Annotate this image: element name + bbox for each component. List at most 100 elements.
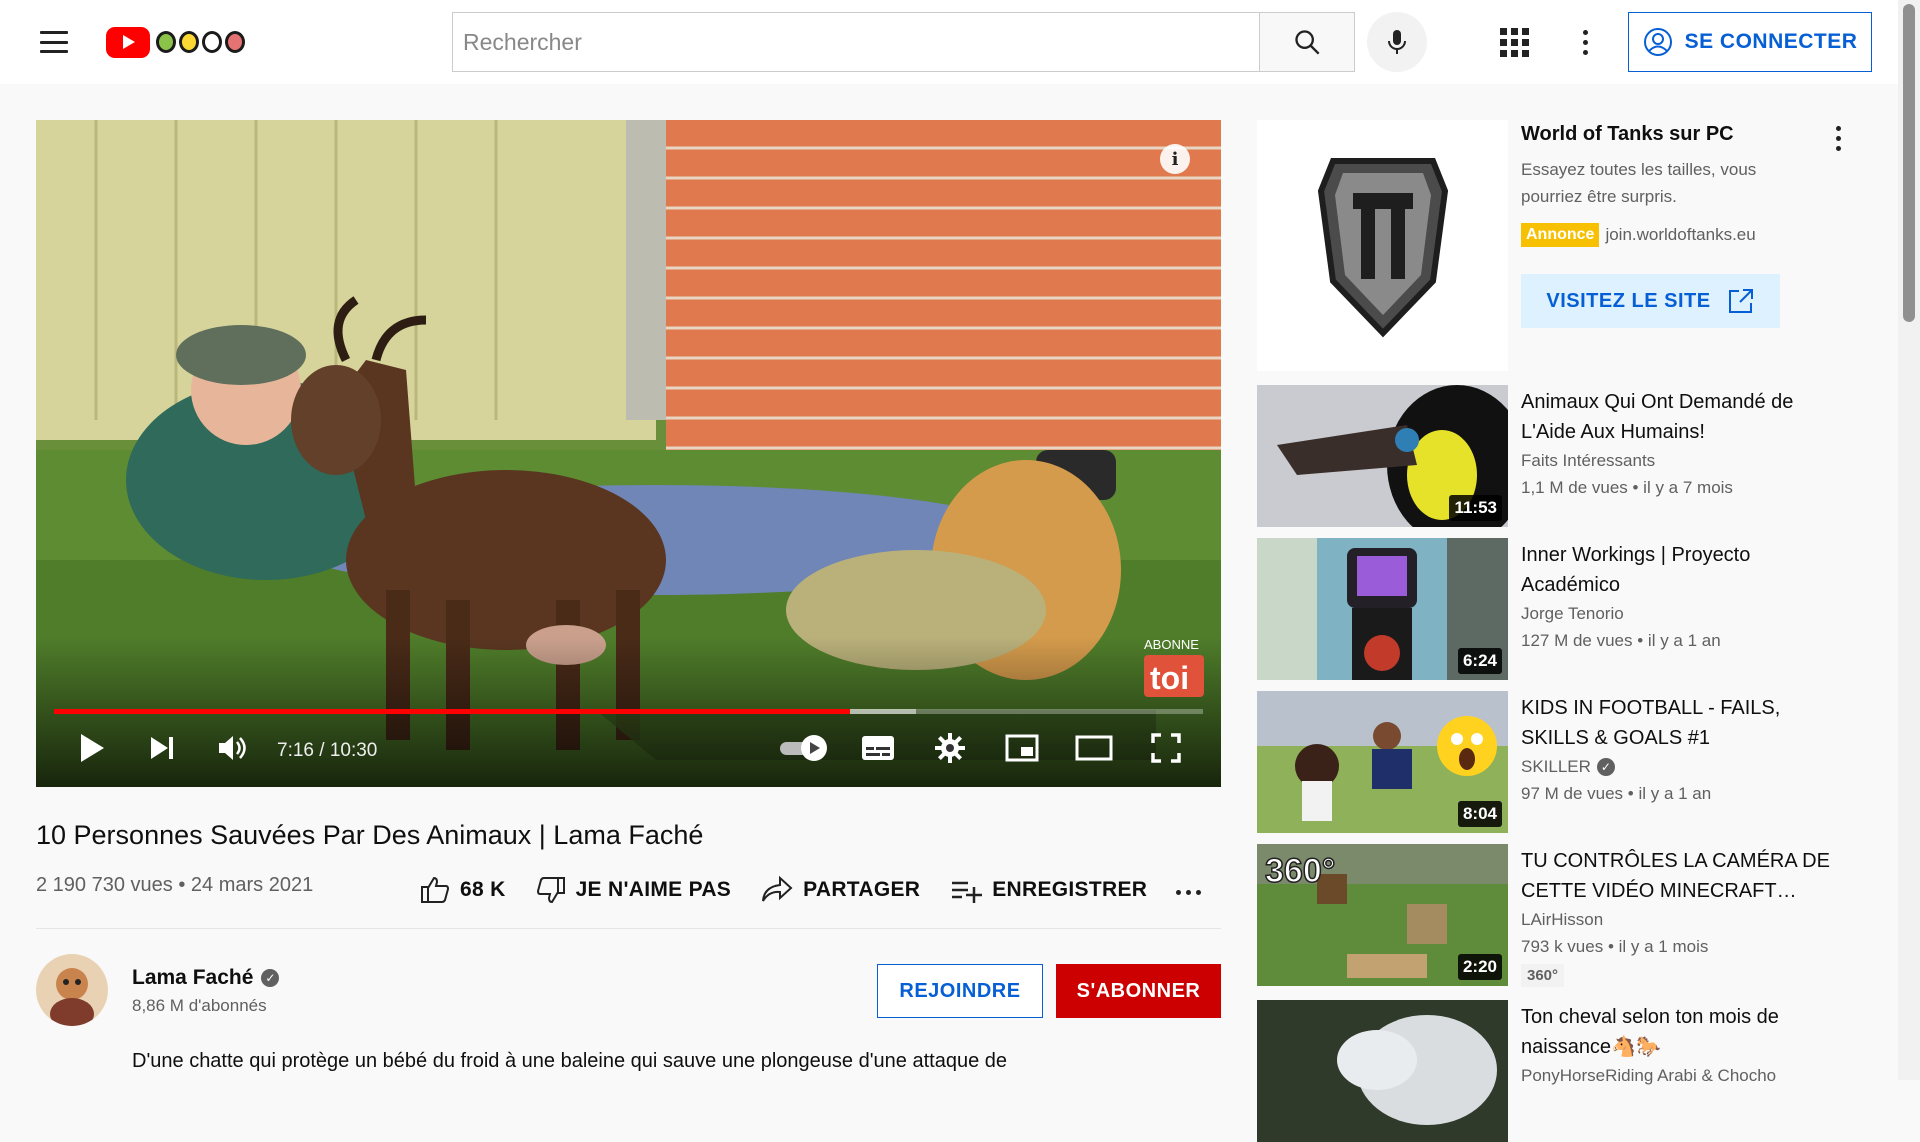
gear-icon xyxy=(935,733,965,763)
miniplayer-button[interactable] xyxy=(1002,728,1042,768)
fullscreen-button[interactable] xyxy=(1146,728,1186,768)
rec-title[interactable]: KIDS IN FOOTBALL - FAILS, SKILLS & GOALS… xyxy=(1521,693,1841,753)
dislike-button[interactable]: JE N'AIME PAS xyxy=(536,875,732,905)
progress-bar[interactable] xyxy=(54,709,1203,714)
rec-channel[interactable]: LAirHisson xyxy=(1521,910,1603,930)
rec-thumbnail[interactable]: 360° 2:20 xyxy=(1257,844,1508,986)
youtube-logo[interactable] xyxy=(106,22,276,62)
channel-name[interactable]: Lama Faché ✓ xyxy=(132,966,280,990)
more-icon[interactable] xyxy=(1570,24,1600,60)
theater-icon xyxy=(1075,735,1113,761)
rec-duration: 8:04 xyxy=(1457,801,1502,827)
world-of-tanks-logo xyxy=(1317,157,1448,337)
visit-site-label: VISITEZ LE SITE xyxy=(1546,289,1711,312)
apps-icon[interactable] xyxy=(1496,24,1532,60)
theater-button[interactable] xyxy=(1072,728,1116,768)
rec-title[interactable]: Ton cheval selon ton mois de naissance🐴🐎 xyxy=(1521,1002,1841,1062)
ad-more-icon[interactable] xyxy=(1836,126,1841,151)
time-display: 7:16 / 10:30 xyxy=(277,740,378,761)
subtitles-button[interactable] xyxy=(858,730,898,766)
video-player[interactable]: i ABONNE toi 7:16 / 10:30 xyxy=(36,120,1221,787)
rec-channel-name: SKILLER xyxy=(1521,757,1591,776)
rec-title[interactable]: TU CONTRÔLES LA CAMÉRA DE CETTE VIDÉO MI… xyxy=(1521,846,1841,906)
divider xyxy=(36,928,1221,929)
info-icon[interactable]: i xyxy=(1160,144,1190,174)
ad-badge: Annonce xyxy=(1521,223,1600,247)
verified-icon: ✓ xyxy=(261,969,280,987)
autoplay-toggle[interactable] xyxy=(778,734,830,762)
progress-played xyxy=(54,709,850,714)
rec-title[interactable]: Animaux Qui Ont Demandé de L'Aide Aux Hu… xyxy=(1521,387,1841,447)
recommendation-item[interactable]: Ton cheval selon ton mois de naissance🐴🐎… xyxy=(1257,1000,1897,1142)
external-link-icon xyxy=(1728,289,1753,313)
rec-channel-name: Faits Intéressants xyxy=(1521,451,1656,470)
dislike-label: JE N'AIME PAS xyxy=(575,878,732,901)
rec-thumbnail[interactable]: 6:24 xyxy=(1257,538,1508,680)
rec-channel-name: Jorge Tenorio xyxy=(1521,604,1624,623)
doodle-icon xyxy=(156,31,245,53)
signin-label: SE CONNECTER xyxy=(1684,30,1858,53)
recommendation-item[interactable]: 8:04 KIDS IN FOOTBALL - FAILS, SKILLS & … xyxy=(1257,691,1897,833)
like-count: 68 K xyxy=(460,878,506,901)
subscribe-button[interactable]: S'ABONNER xyxy=(1056,964,1221,1018)
recommendation-item[interactable]: 11:53 Animaux Qui Ont Demandé de L'Aide … xyxy=(1257,385,1897,527)
rec-channel[interactable]: Faits Intéressants xyxy=(1521,451,1655,471)
signin-button[interactable]: SE CONNECTER xyxy=(1628,12,1872,72)
youtube-play-icon xyxy=(106,26,150,58)
ad-thumbnail[interactable] xyxy=(1257,120,1508,371)
rec-thumbnail[interactable] xyxy=(1257,1000,1508,1142)
video-title: 10 Personnes Sauvées Par Des Animaux | L… xyxy=(36,820,704,850)
search-bar: Rechercher xyxy=(452,12,1355,72)
ad-meta: Annonce join.worldoftanks.eu xyxy=(1521,223,1756,247)
save-button[interactable]: ENREGISTRER xyxy=(950,875,1147,905)
scrollbar-thumb[interactable] xyxy=(1903,4,1915,322)
page-scrollbar[interactable] xyxy=(1898,0,1920,1080)
svg-text:360°: 360° xyxy=(1265,852,1335,890)
rec-meta: 127 M de vues • il y a 1 an xyxy=(1521,631,1721,650)
fullscreen-icon xyxy=(1151,733,1181,763)
ad-description: Essayez toutes les tailles, vous pourrie… xyxy=(1521,160,1757,206)
search-input[interactable]: Rechercher xyxy=(452,12,1259,72)
rec-title[interactable]: Inner Workings | Proyecto Académico xyxy=(1521,540,1841,600)
verified-icon: ✓ xyxy=(1596,758,1615,776)
top-header: Rechercher SE CONNECTER xyxy=(0,0,1920,84)
rec-channel-name: LAirHisson xyxy=(1521,910,1604,929)
visit-site-button[interactable]: VISITEZ LE SITE xyxy=(1521,274,1780,328)
rec-channel[interactable]: Jorge Tenorio xyxy=(1521,604,1624,624)
play-button[interactable] xyxy=(72,728,112,768)
rec-channel[interactable]: SKILLER ✓ xyxy=(1521,757,1615,777)
miniplayer-icon xyxy=(1005,734,1039,762)
next-button[interactable] xyxy=(142,728,182,768)
rec-meta: 793 k vues • il y a 1 mois xyxy=(1521,937,1709,956)
settings-button[interactable] xyxy=(930,728,970,768)
search-icon xyxy=(1295,30,1320,55)
rec-duration: 11:53 xyxy=(1449,495,1502,521)
next-icon xyxy=(151,737,173,759)
rec-duration: 6:24 xyxy=(1457,648,1502,674)
rec-channel[interactable]: PonyHorseRiding Arabi & Chocho xyxy=(1521,1066,1776,1086)
voice-search-button[interactable] xyxy=(1367,12,1427,72)
subscriber-count: 8,86 M d'abonnés xyxy=(132,996,267,1015)
share-icon xyxy=(762,875,793,902)
search-button[interactable] xyxy=(1259,12,1355,72)
ad-title[interactable]: World of Tanks sur PC xyxy=(1521,123,1734,146)
join-button[interactable]: REJOINDRE xyxy=(877,964,1043,1018)
recommendation-item[interactable]: 360° 2:20 TU CONTRÔLES LA CAMÉRA DE CETT… xyxy=(1257,844,1897,987)
rec-thumbnail[interactable]: 11:53 xyxy=(1257,385,1508,527)
share-button[interactable]: PARTAGER xyxy=(761,875,920,905)
playlist-add-icon xyxy=(952,881,983,903)
channel-avatar[interactable] xyxy=(36,954,108,1026)
like-button[interactable]: 68 K xyxy=(420,875,506,905)
svg-text:toi: toi xyxy=(1150,660,1189,696)
recommendation-item[interactable]: 6:24 Inner Workings | Proyecto Académico… xyxy=(1257,538,1897,680)
menu-icon[interactable] xyxy=(38,26,70,58)
subtitles-icon xyxy=(862,736,894,760)
play-icon xyxy=(81,734,104,762)
rec-thumbnail[interactable]: 8:04 xyxy=(1257,691,1508,833)
volume-button[interactable] xyxy=(212,728,252,768)
account-icon xyxy=(1643,28,1672,56)
volume-icon xyxy=(219,736,246,760)
thumbs-down-icon xyxy=(536,877,565,904)
more-actions-icon[interactable] xyxy=(1176,890,1201,895)
channel-watermark[interactable]: ABONNE toi xyxy=(1140,635,1210,701)
